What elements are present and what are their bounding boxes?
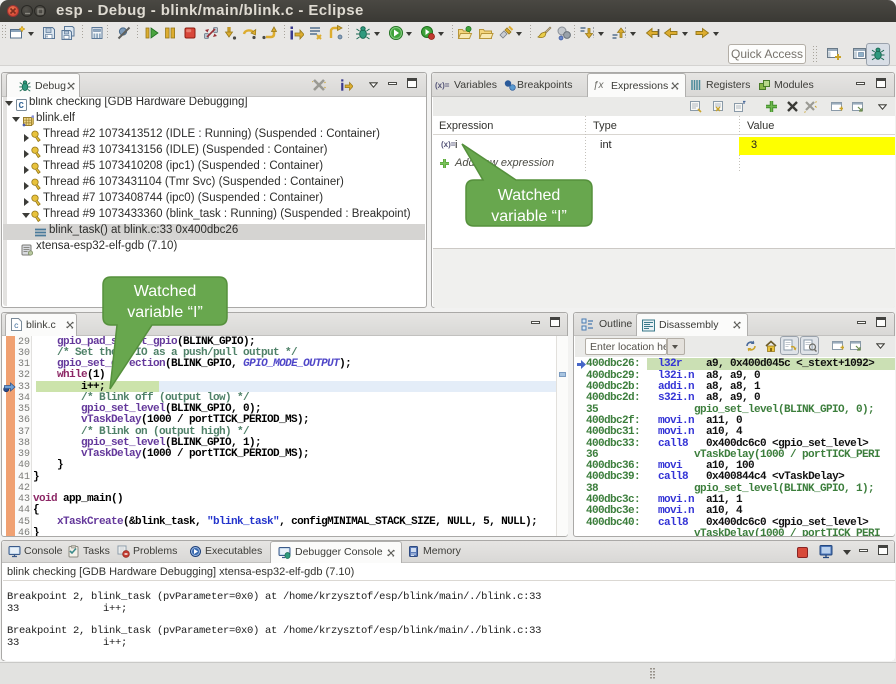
svg-text:c: c [14,322,19,331]
svg-text:C: C [19,101,25,111]
